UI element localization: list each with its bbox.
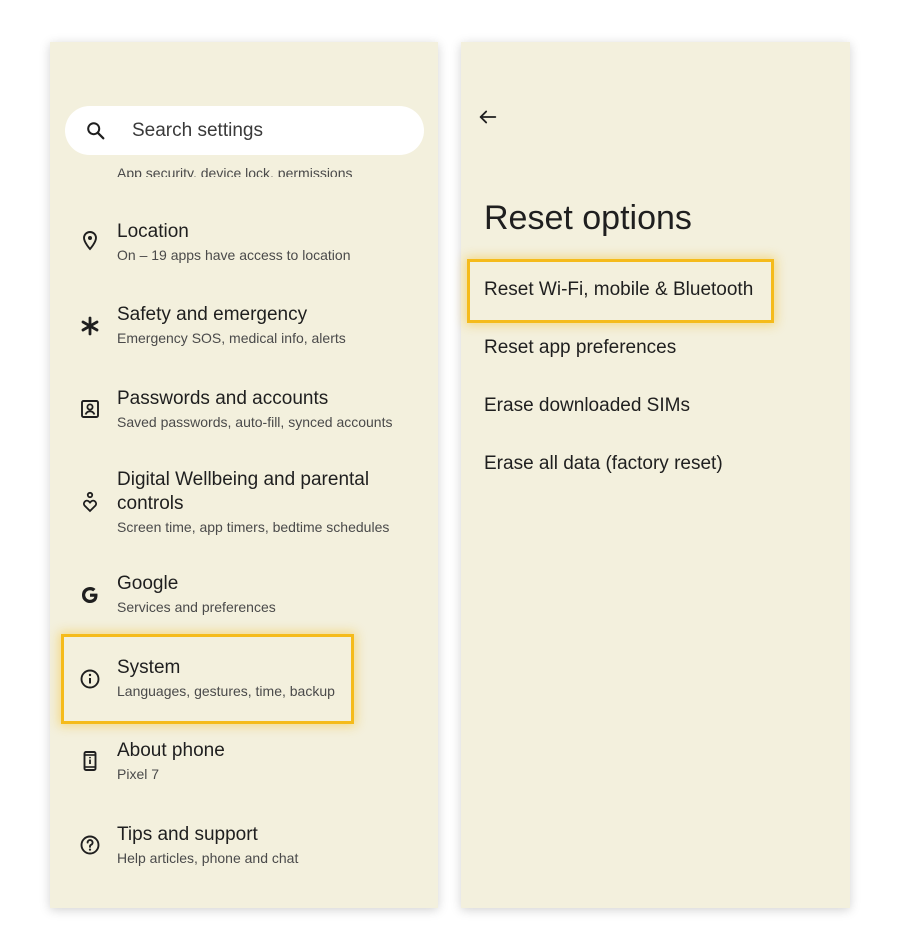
account-box-icon xyxy=(81,400,99,418)
google-g-icon xyxy=(82,587,98,603)
item-subtitle: Pixel 7 xyxy=(117,766,160,782)
item-subtitle: Services and preferences xyxy=(117,599,276,615)
item-subtitle: On – 19 apps have access to location xyxy=(117,247,351,263)
item-subtitle: Languages, gestures, time, backup xyxy=(117,683,335,699)
search-icon xyxy=(87,122,105,140)
settings-panel: Search settings App security, device loc… xyxy=(50,42,438,908)
factory-reset-option[interactable]: Erase all data (factory reset) xyxy=(484,452,723,476)
item-title: Google xyxy=(117,573,179,594)
settings-item-google[interactable]: Google Services and preferences xyxy=(50,572,438,620)
item-subtitle: Help articles, phone and chat xyxy=(117,850,299,866)
info-icon xyxy=(80,669,100,689)
reset-wifi-mobile-bluetooth-option[interactable]: Reset Wi-Fi, mobile & Bluetooth xyxy=(484,278,753,302)
item-title: Safety and emergency xyxy=(117,304,308,325)
erase-downloaded-sims-option[interactable]: Erase downloaded SIMs xyxy=(484,394,690,418)
settings-item-passwords[interactable]: Passwords and accounts Saved passwords, … xyxy=(50,387,438,435)
back-arrow-icon[interactable] xyxy=(477,106,499,128)
item-subtitle: Saved passwords, auto-fill, synced accou… xyxy=(117,414,393,430)
item-title: Location xyxy=(117,221,189,242)
search-bar[interactable]: Search settings xyxy=(65,106,424,155)
settings-item-safety[interactable]: Safety and emergency Emergency SOS, medi… xyxy=(50,303,438,351)
asterisk-icon xyxy=(81,316,99,336)
reset-options-panel: Reset options Reset Wi-Fi, mobile & Blue… xyxy=(461,42,850,908)
item-title: About phone xyxy=(117,740,225,761)
search-placeholder: Search settings xyxy=(132,120,263,141)
item-title: System xyxy=(117,657,181,678)
settings-item-system[interactable]: System Languages, gestures, time, backup xyxy=(50,656,438,704)
settings-item-tips-support[interactable]: Tips and support Help articles, phone an… xyxy=(50,823,438,871)
settings-item-about-phone[interactable]: About phone Pixel 7 xyxy=(50,739,438,787)
partial-item-subtitle: App security, device lock, permissions xyxy=(117,165,353,177)
settings-item-location[interactable]: Location On – 19 apps have access to loc… xyxy=(50,220,438,268)
wellbeing-icon xyxy=(83,491,97,513)
item-title: Tips and support xyxy=(117,824,258,845)
page-title: Reset options xyxy=(484,199,692,237)
item-subtitle: Emergency SOS, medical info, alerts xyxy=(117,330,346,346)
help-circle-icon xyxy=(80,835,100,855)
settings-item-digital-wellbeing[interactable]: Digital Wellbeing and parental controls … xyxy=(50,468,438,540)
phone-icon xyxy=(83,751,97,771)
reset-app-preferences-option[interactable]: Reset app preferences xyxy=(484,336,676,360)
item-title: Digital Wellbeing and parental controls xyxy=(117,469,370,514)
item-title: Passwords and accounts xyxy=(117,388,329,409)
location-pin-icon xyxy=(83,231,97,251)
item-subtitle: Screen time, app timers, bedtime schedul… xyxy=(117,519,390,535)
